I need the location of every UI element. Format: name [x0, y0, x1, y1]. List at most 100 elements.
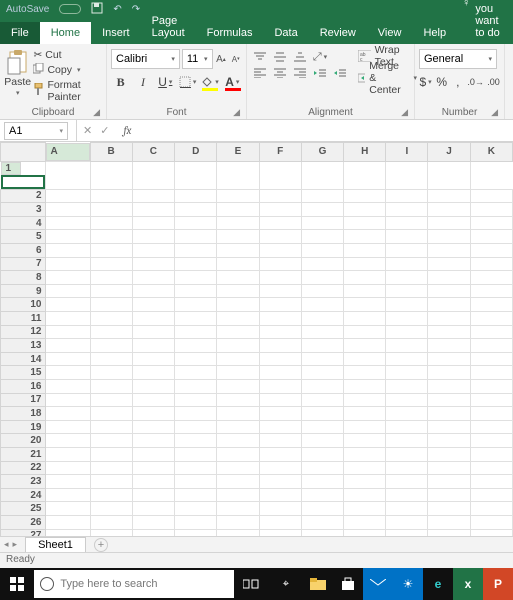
cell[interactable]: [45, 298, 90, 312]
cell[interactable]: [344, 461, 386, 475]
cell[interactable]: [301, 366, 343, 380]
cell[interactable]: [90, 284, 132, 298]
cell[interactable]: [301, 352, 343, 366]
cell[interactable]: [428, 502, 470, 516]
cell[interactable]: [90, 434, 132, 448]
cell[interactable]: [386, 380, 428, 394]
column-header[interactable]: B: [90, 143, 132, 162]
cell[interactable]: [175, 420, 217, 434]
cell[interactable]: [45, 434, 90, 448]
cell[interactable]: [259, 447, 301, 461]
cell[interactable]: [386, 420, 428, 434]
cell[interactable]: [175, 380, 217, 394]
column-header[interactable]: D: [175, 143, 217, 162]
cell[interactable]: [386, 352, 428, 366]
column-header[interactable]: K: [470, 143, 512, 162]
cell[interactable]: [470, 393, 512, 407]
cell[interactable]: [90, 366, 132, 380]
cell[interactable]: [428, 216, 470, 230]
row-header[interactable]: 16: [1, 380, 46, 394]
cell[interactable]: [428, 312, 470, 326]
cell[interactable]: [175, 189, 217, 203]
cell[interactable]: [45, 475, 90, 489]
cell[interactable]: [259, 271, 301, 285]
cell[interactable]: [470, 366, 512, 380]
cell[interactable]: [344, 352, 386, 366]
cell[interactable]: [217, 434, 259, 448]
cell[interactable]: [45, 447, 90, 461]
column-header[interactable]: F: [259, 143, 301, 162]
cell[interactable]: [301, 230, 343, 244]
cell[interactable]: [386, 461, 428, 475]
edge-icon[interactable]: e: [423, 568, 453, 600]
cell[interactable]: [45, 161, 90, 189]
cell[interactable]: [301, 529, 343, 536]
cell[interactable]: [217, 515, 259, 529]
cell[interactable]: [344, 284, 386, 298]
cell[interactable]: [259, 189, 301, 203]
cell[interactable]: [132, 312, 174, 326]
cell[interactable]: [132, 393, 174, 407]
align-top-icon[interactable]: [251, 49, 269, 65]
cell[interactable]: [90, 352, 132, 366]
cell[interactable]: [428, 407, 470, 421]
cell[interactable]: [132, 380, 174, 394]
cell[interactable]: [132, 244, 174, 258]
cell[interactable]: [45, 189, 90, 203]
cell[interactable]: [344, 271, 386, 285]
number-format-select[interactable]: General▾: [419, 49, 497, 69]
cell[interactable]: [45, 203, 90, 217]
underline-button[interactable]: U▾: [156, 72, 175, 92]
cell[interactable]: [90, 244, 132, 258]
cell[interactable]: [132, 352, 174, 366]
cell[interactable]: [175, 434, 217, 448]
file-explorer-icon[interactable]: [303, 568, 333, 600]
cell[interactable]: [301, 380, 343, 394]
cell[interactable]: [90, 216, 132, 230]
cell[interactable]: [132, 407, 174, 421]
cell[interactable]: [470, 339, 512, 353]
orientation-icon[interactable]: ⤢▾: [311, 49, 329, 65]
cell[interactable]: [217, 161, 259, 189]
column-header[interactable]: I: [386, 143, 428, 162]
cell[interactable]: [470, 420, 512, 434]
align-right-icon[interactable]: [291, 65, 309, 81]
row-header[interactable]: 4: [1, 216, 46, 230]
save-icon[interactable]: [91, 2, 103, 17]
percent-button[interactable]: %: [435, 72, 448, 92]
tab-view[interactable]: View: [367, 22, 413, 44]
row-header[interactable]: 20: [1, 434, 46, 448]
cell[interactable]: [301, 216, 343, 230]
powerpoint-icon[interactable]: P: [483, 568, 513, 600]
cell[interactable]: [132, 298, 174, 312]
cell[interactable]: [386, 271, 428, 285]
cell[interactable]: [217, 393, 259, 407]
cell[interactable]: [301, 161, 343, 189]
cell[interactable]: [217, 216, 259, 230]
cell[interactable]: [217, 298, 259, 312]
cell[interactable]: [386, 244, 428, 258]
cell[interactable]: [259, 488, 301, 502]
cell[interactable]: [301, 434, 343, 448]
row-header[interactable]: 11: [1, 312, 46, 326]
cell[interactable]: [470, 244, 512, 258]
cell[interactable]: [45, 515, 90, 529]
cell[interactable]: [132, 230, 174, 244]
start-button[interactable]: [0, 568, 34, 600]
cell[interactable]: [301, 284, 343, 298]
cell[interactable]: [217, 284, 259, 298]
cell[interactable]: [428, 244, 470, 258]
cell[interactable]: [90, 488, 132, 502]
cell[interactable]: [344, 447, 386, 461]
italic-button[interactable]: I: [133, 72, 152, 92]
cell[interactable]: [386, 529, 428, 536]
column-header[interactable]: J: [428, 143, 470, 162]
cell[interactable]: [386, 298, 428, 312]
cell[interactable]: [301, 298, 343, 312]
task-view-icon[interactable]: [234, 568, 268, 600]
currency-button[interactable]: $▾: [419, 72, 432, 92]
cell[interactable]: [470, 502, 512, 516]
cell[interactable]: [45, 488, 90, 502]
cell[interactable]: [90, 393, 132, 407]
cell[interactable]: [344, 515, 386, 529]
